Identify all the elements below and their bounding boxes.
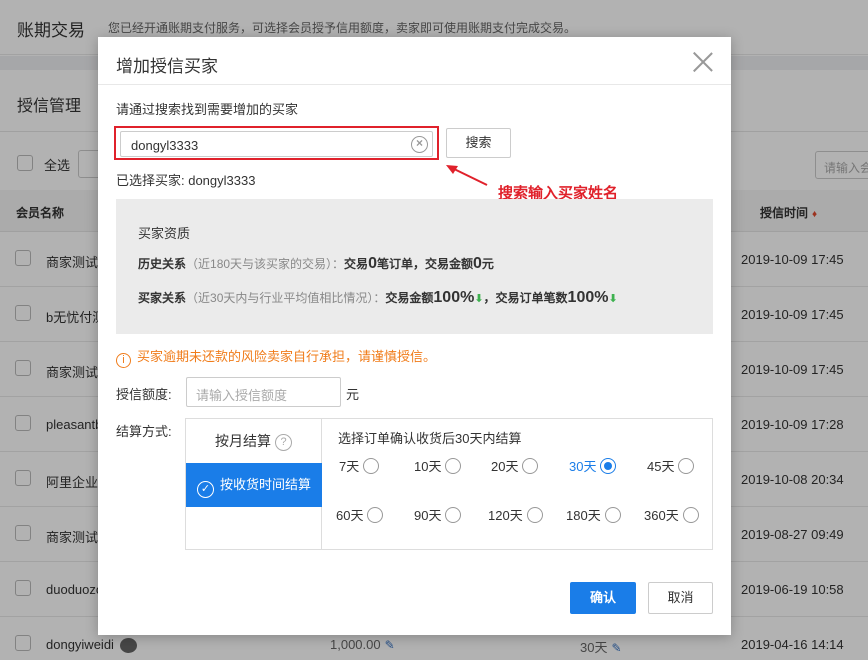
radio-icon[interactable] [363, 458, 380, 474]
annotation-arrow-icon [446, 165, 488, 186]
clear-icon[interactable]: × [411, 136, 428, 153]
option-180-days[interactable]: 180天 [566, 505, 621, 524]
add-credit-buyer-dialog: 增加授信买家 请通过搜索找到需要增加的买家 dongyl3333 × 搜索 搜索… [98, 37, 731, 635]
info-icon: i [116, 353, 131, 368]
search-hint: 请通过搜索找到需要增加的买家 [116, 102, 299, 117]
option-45-days[interactable]: 45天 [647, 456, 695, 475]
radio-selected-icon[interactable] [600, 458, 617, 474]
help-icon[interactable]: ? [275, 434, 292, 451]
check-circle-icon: ✓ [196, 481, 214, 498]
confirm-button[interactable]: 确认 [570, 582, 636, 614]
option-120-days[interactable]: 120天 [488, 505, 543, 524]
risk-warning: i 买家逾期未还款的风险卖家自行承担，请谨慎授信。 [116, 346, 436, 368]
tab-monthly[interactable]: 按月结算? [186, 419, 321, 463]
radio-icon[interactable] [445, 507, 462, 523]
down-arrow-icon: ⬇ [474, 293, 484, 305]
settlement-label: 结算方式: [116, 424, 172, 439]
dialog-header: 增加授信买家 [98, 37, 731, 85]
credit-limit-unit: 元 [346, 387, 360, 402]
selected-buyer: 已选择买家: dongyl3333 [116, 173, 256, 188]
settlement-description: 选择订单确认收货后30天内结算 [338, 431, 522, 446]
search-highlight-box: dongyl3333 × [114, 126, 439, 160]
radio-icon[interactable] [604, 507, 621, 523]
option-7-days[interactable]: 7天 [339, 456, 380, 475]
search-button[interactable]: 搜索 [446, 128, 511, 158]
radio-icon[interactable] [678, 458, 695, 474]
history-relation: 历史关系（近180天与该买家的交易）：交易0笔订单，交易金额0元 [138, 255, 494, 272]
settlement-box: 按月结算? ✓ 按收货时间结算 选择订单确认收货后30天内结算 7天 10天 20… [185, 418, 713, 550]
radio-icon[interactable] [522, 458, 539, 474]
radio-icon[interactable] [445, 458, 462, 474]
tab-by-receipt[interactable]: ✓ 按收货时间结算 [186, 463, 322, 507]
radio-icon[interactable] [682, 507, 699, 523]
down-arrow-icon: ⬇ [608, 293, 618, 305]
radio-icon[interactable] [367, 507, 384, 523]
option-60-days[interactable]: 60天 [336, 505, 384, 524]
close-icon[interactable] [692, 51, 714, 73]
dialog-title: 增加授信买家 [116, 57, 218, 76]
buyer-search-value: dongyl3333 [131, 138, 199, 153]
settlement-tabs: 按月结算? ✓ 按收货时间结算 [186, 419, 322, 549]
qualification-title: 买家资质 [138, 226, 191, 241]
buyer-relation: 买家关系（近30天内与行业平均值相比情况）：交易金额100%⬇，交易订单笔数10… [138, 289, 618, 306]
credit-limit-input[interactable]: 请输入授信额度 [186, 377, 341, 407]
option-30-days[interactable]: 30天 [569, 456, 617, 475]
credit-limit-label: 授信额度: [116, 387, 172, 402]
radio-icon[interactable] [526, 507, 543, 523]
option-90-days[interactable]: 90天 [414, 505, 462, 524]
buyer-qualification-panel: 买家资质 历史关系（近180天与该买家的交易）：交易0笔订单，交易金额0元 买家… [116, 199, 713, 334]
cancel-button[interactable]: 取消 [648, 582, 713, 614]
option-10-days[interactable]: 10天 [414, 456, 462, 475]
option-20-days[interactable]: 20天 [491, 456, 539, 475]
buyer-search-input[interactable]: dongyl3333 × [120, 131, 433, 157]
option-360-days[interactable]: 360天 [644, 505, 699, 524]
